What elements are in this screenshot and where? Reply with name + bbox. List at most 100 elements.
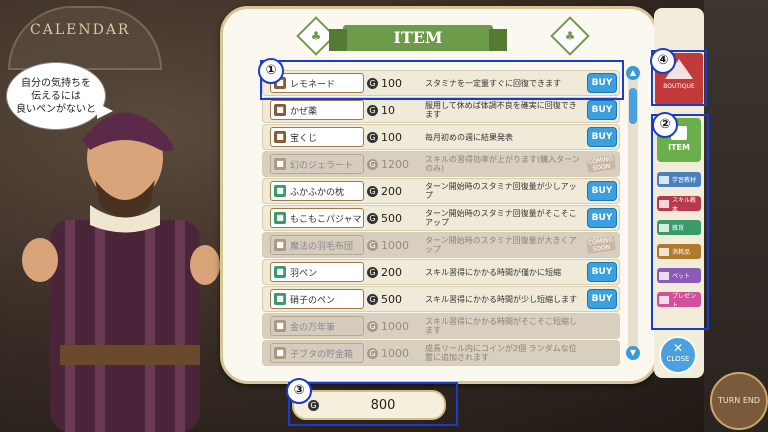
item-row[interactable]: ■ かぜ薬 G 10 服用して休めば体調不良を確実に回復できます BUY: [262, 97, 620, 123]
coin-icon: G: [367, 266, 378, 278]
item-row[interactable]: ■ 子ブタの貯金箱 G 1000 成長リール内にコインが2個 ランダムな位置に追加されま…: [262, 340, 620, 366]
item-price-value: 10: [381, 103, 395, 117]
medicine-icon: ■: [274, 104, 286, 116]
item-description: スキル習得にかかる時間がそこそこ短縮します: [425, 317, 577, 335]
item-price-value: 1000: [381, 346, 409, 360]
pillow-icon: ■: [274, 185, 286, 197]
leaf-icon: ♣: [564, 29, 576, 43]
item-price: G 1000: [367, 239, 425, 252]
item-price: G 10: [367, 104, 425, 117]
item-row[interactable]: ■ ふかふかの枕 G 200 ターン開始時のスタミナ回復量が少しアップ BUY: [262, 178, 620, 204]
character-portrait: [22, 112, 220, 432]
coming-soon-badge: COMING SOON: [586, 236, 616, 254]
item-row[interactable]: ■ 幻のジェラート G 1200 スキルの習得効率が上がります(購入ターンのみ) COMI…: [262, 151, 620, 177]
pajama-icon: ■: [274, 212, 286, 224]
close-icon: ✕: [672, 341, 684, 355]
coin-icon: G: [367, 293, 378, 305]
buy-button[interactable]: BUY: [587, 262, 617, 282]
glass-pen-icon: ■: [274, 293, 286, 305]
buy-button[interactable]: BUY: [587, 181, 617, 201]
annotation-box-3: [288, 382, 458, 426]
scroll-up-button[interactable]: ▲: [626, 66, 640, 80]
item-list: ■ レモネード G 100 スタミナを一定量すぐに回復できます BUY ■ かぜ薬 G 10 服用し…: [262, 64, 620, 368]
item-name-box: ■ 硝子のペン: [270, 289, 364, 309]
speech-bubble: 自分の気持ちを 伝えるには 良いペンがないと: [6, 62, 113, 130]
quill-icon: ■: [274, 266, 286, 278]
item-price-value: 500: [381, 211, 402, 225]
turn-end-button[interactable]: TURN END: [710, 372, 768, 430]
item-price: G 200: [367, 266, 425, 279]
buy-button[interactable]: BUY: [587, 208, 617, 228]
item-name: 子ブタの貯金箱: [290, 349, 354, 360]
item-price-value: 200: [381, 265, 402, 279]
piggy-bank-icon: ■: [274, 347, 286, 359]
coin-icon: G: [367, 185, 378, 197]
item-name: 魔法の羽毛布団: [290, 241, 354, 252]
item-row[interactable]: ■ 魔法の羽毛布団 G 1000 ターン開始時のスタミナ回復量が大きくアップ COMING…: [262, 232, 620, 258]
item-description: 成長リール内にコインが2個 ランダムな位置に追加されます: [425, 344, 577, 362]
item-row[interactable]: ■ 羽ペン G 200 スキル習得にかかる時間が僅かに短縮 BUY: [262, 259, 620, 285]
item-price: G 1200: [367, 158, 425, 171]
item-price: G 100: [367, 131, 425, 144]
item-description: スキル習得にかかる時間が少し短縮します: [425, 294, 577, 304]
item-name-box: ■ かぜ薬: [270, 100, 364, 120]
coin-icon: G: [367, 131, 378, 143]
item-name: ふかふかの枕: [290, 187, 345, 198]
item-name: 硝子のペン: [290, 295, 336, 306]
annotation-badge-1: ①: [258, 58, 284, 84]
annotation-badge-2: ②: [652, 112, 678, 138]
item-name: かぜ薬: [290, 106, 318, 117]
coin-icon: G: [367, 212, 378, 224]
item-price: G 1000: [367, 347, 425, 360]
futon-icon: ■: [274, 239, 286, 251]
scroll-down-button[interactable]: ▼: [626, 346, 640, 360]
coming-soon-badge: COMING SOON: [586, 155, 616, 173]
annotation-box-1: [260, 60, 624, 100]
buy-button[interactable]: BUY: [587, 127, 617, 147]
item-price-value: 1200: [381, 157, 409, 171]
scrollbar-track[interactable]: [628, 66, 638, 358]
item-description: ターン開始時のスタミナ回復量が少しアップ: [425, 182, 577, 200]
buy-button[interactable]: BUY: [587, 100, 617, 120]
close-button[interactable]: ✕ CLOSE: [659, 336, 697, 374]
item-price: G 500: [367, 212, 425, 225]
character-left-hand: [22, 238, 58, 282]
coin-icon: G: [367, 239, 378, 251]
item-row[interactable]: ■ もこもこパジャマ G 500 ターン開始時のスタミナ回復量がそこそこアップ BUY: [262, 205, 620, 231]
item-description: スキル習得にかかる時間が僅かに短縮: [425, 267, 561, 277]
item-price-value: 100: [381, 130, 402, 144]
annotation-box-2: [651, 114, 709, 330]
item-name: 羽ペン: [290, 268, 318, 279]
buy-button[interactable]: BUY: [587, 289, 617, 309]
ticket-icon: ■: [274, 131, 286, 143]
item-row[interactable]: ■ 硝子のペン G 500 スキル習得にかかる時間が少し短縮します BUY: [262, 286, 620, 312]
item-name-box: ■ 魔法の羽毛布団: [270, 235, 364, 255]
item-name-box: ■ 金の万年筆: [270, 316, 364, 336]
gelato-icon: ■: [274, 158, 286, 170]
item-name: もこもこパジャマ: [290, 214, 362, 225]
item-price-value: 500: [381, 292, 402, 306]
item-price-value: 1000: [381, 238, 409, 252]
item-description: 毎月初めの週に結果発表: [425, 132, 513, 142]
item-price: G 1000: [367, 320, 425, 333]
item-name: 金の万年筆: [290, 322, 336, 333]
item-name-box: ■ 子ブタの貯金箱: [270, 343, 364, 363]
scrollbar-thumb[interactable]: [629, 88, 637, 124]
item-row[interactable]: ■ 金の万年筆 G 1000 スキル習得にかかる時間がそこそこ短縮します: [262, 313, 620, 339]
annotation-badge-4: ④: [650, 48, 676, 74]
right-decoration: [704, 0, 768, 432]
item-name-box: ■ ふかふかの枕: [270, 181, 364, 201]
item-description: ターン開始時のスタミナ回復量がそこそこアップ: [425, 209, 577, 227]
coin-icon: G: [367, 347, 378, 359]
annotation-badge-3: ③: [286, 378, 312, 404]
item-name-box: ■ もこもこパジャマ: [270, 208, 364, 228]
item-price: G 500: [367, 293, 425, 306]
item-row[interactable]: ■ 宝くじ G 100 毎月初めの週に結果発表 BUY: [262, 124, 620, 150]
leaf-icon: ♣: [310, 29, 322, 43]
panel-title: ITEM: [393, 28, 443, 47]
speech-text: 自分の気持ちを 伝えるには 良いペンがないと: [16, 77, 96, 115]
calendar-label: CALENDAR: [30, 22, 131, 38]
coin-icon: G: [367, 320, 378, 332]
item-description: 服用して休めば体調不良を確実に回復できます: [425, 101, 577, 119]
fountain-pen-icon: ■: [274, 320, 286, 332]
